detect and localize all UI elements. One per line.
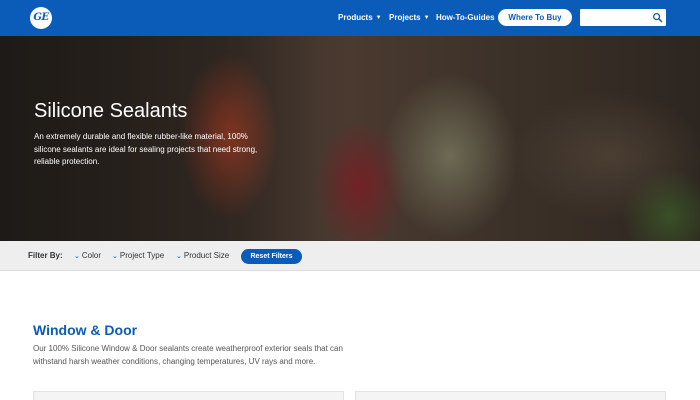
product-card[interactable] xyxy=(33,391,344,400)
chevron-down-icon: ⌄ xyxy=(112,253,118,260)
nav-products-label: Products xyxy=(338,13,373,22)
hero-banner: Silicone Sealants An extremely durable a… xyxy=(0,36,700,241)
filter-project-type-label: Project Type xyxy=(119,251,165,260)
chevron-down-icon: ⌄ xyxy=(176,253,182,260)
hero-description: An extremely durable and flexible rubber… xyxy=(34,132,258,166)
section-description: Our 100% Silicone Window & Door sealants… xyxy=(33,344,343,366)
filter-color-label: Color xyxy=(81,251,101,260)
filter-label: Filter By: xyxy=(28,251,63,260)
nav-projects[interactable]: Projects ▼ xyxy=(389,0,430,36)
filter-project-type-dropdown[interactable]: ⌄ Project Type xyxy=(112,241,164,271)
nav-projects-label: Projects xyxy=(389,13,421,22)
search-box[interactable] xyxy=(580,9,666,26)
nav-products[interactable]: Products ▼ xyxy=(338,0,382,36)
reset-filters-button[interactable]: Reset Filters xyxy=(241,249,302,264)
filter-color-dropdown[interactable]: ⌄ Color xyxy=(74,241,101,271)
filter-product-size-dropdown[interactable]: ⌄ Product Size xyxy=(176,241,229,271)
search-input[interactable] xyxy=(580,9,656,26)
chevron-down-icon: ▼ xyxy=(375,15,382,21)
top-nav: GE Products ▼ Projects ▼ How-To-Guides Whe… xyxy=(0,0,700,36)
nav-how-to-guides[interactable]: How-To-Guides xyxy=(436,0,495,36)
nav-how-to-guides-label: How-To-Guides xyxy=(436,13,495,22)
search-icon[interactable] xyxy=(652,12,663,23)
section-title: Window & Door xyxy=(33,322,138,338)
hero-title: Silicone Sealants xyxy=(34,100,188,122)
chevron-down-icon: ▼ xyxy=(423,15,430,21)
filter-bar: Filter By: ⌄ Color ⌄ Project Type ⌄ Product… xyxy=(0,241,700,271)
chevron-down-icon: ⌄ xyxy=(74,253,80,260)
filter-product-size-label: Product Size xyxy=(183,251,230,260)
where-to-buy-button[interactable]: Where To Buy xyxy=(498,9,572,26)
product-card[interactable] xyxy=(355,391,666,400)
ge-logo[interactable]: GE xyxy=(30,7,52,29)
